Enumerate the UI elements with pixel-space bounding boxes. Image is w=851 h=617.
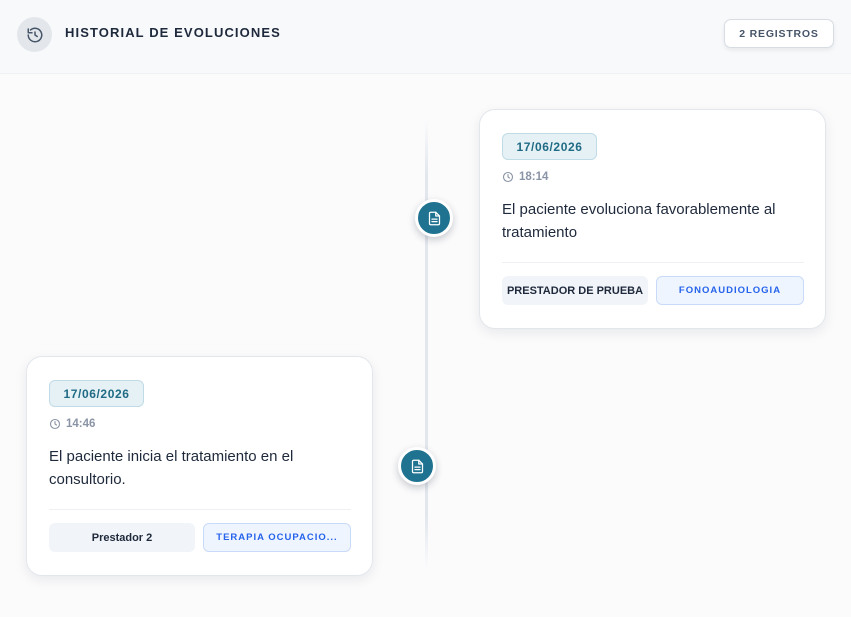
records-count-badge: 2 REGISTROS (724, 19, 834, 48)
specialty-badge: TERAPIA OCUPACIO... (203, 523, 351, 552)
clock-icon (49, 418, 61, 430)
history-icon (17, 17, 52, 52)
divider (502, 262, 804, 263)
provider-badge: PRESTADOR DE PRUEBA (502, 276, 648, 305)
document-icon (411, 459, 423, 473)
time-label: 14:46 (66, 418, 96, 430)
specialty-badge: FONOAUDIOLOGIA (656, 276, 804, 305)
document-icon (428, 211, 440, 225)
time-row: 18:14 (502, 170, 548, 184)
page-header: HISTORIAL DE EVOLUCIONES 2 REGISTROS (0, 0, 851, 74)
date-badge: 17/06/2026 (502, 133, 597, 160)
clock-icon (502, 171, 514, 183)
timeline-line (425, 120, 428, 570)
evolution-description: El paciente evoluciona favorablemente al… (502, 201, 776, 241)
page-title: HISTORIAL DE EVOLUCIONES (65, 25, 281, 40)
evolution-card: 17/06/2026 14:46 El paciente inicia el t… (26, 356, 373, 576)
date-badge: 17/06/2026 (49, 380, 144, 407)
evolution-description: El paciente inicia el tratamiento en el … (49, 448, 294, 488)
timeline-node (398, 447, 436, 485)
divider (49, 509, 351, 510)
evolution-card: 17/06/2026 18:14 El paciente evoluciona … (479, 109, 826, 329)
time-label: 18:14 (519, 171, 549, 183)
timeline-node (415, 199, 453, 237)
provider-badge: Prestador 2 (49, 523, 195, 552)
time-row: 14:46 (49, 417, 95, 431)
